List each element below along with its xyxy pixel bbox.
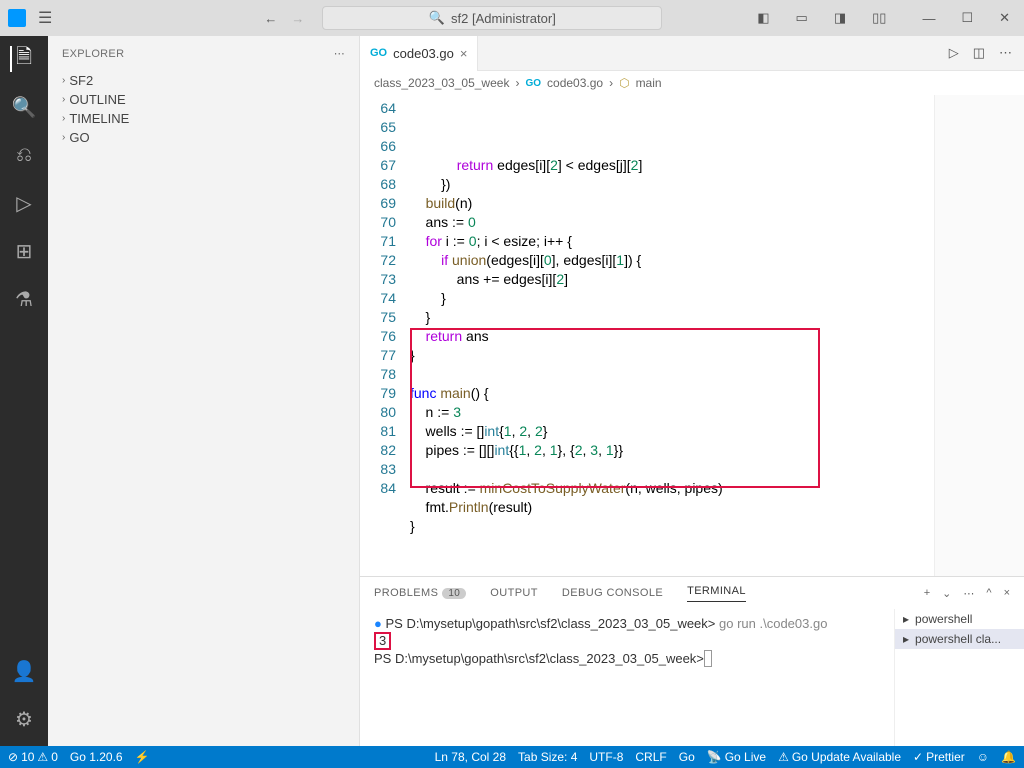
tab-debug[interactable]: DEBUG CONSOLE — [562, 587, 663, 599]
settings-icon[interactable]: ⚙ — [11, 706, 37, 732]
terminal-icon: ▸ — [903, 612, 909, 626]
nav-back-icon[interactable]: ← — [264, 11, 277, 26]
command-center[interactable]: 🔍 sf2 [Administrator] — [322, 6, 662, 30]
more-icon[interactable]: ⋯ — [963, 587, 974, 600]
panel-tabs: PROBLEMS10 OUTPUT DEBUG CONSOLE TERMINAL… — [360, 577, 1024, 609]
vscode-logo — [8, 9, 26, 27]
status-prettier[interactable]: ✓ Prettier — [913, 750, 965, 764]
window-title: sf2 [Administrator] — [451, 11, 556, 26]
breadcrumb-symbol[interactable]: main — [636, 76, 662, 90]
account-icon[interactable]: 👤 — [11, 658, 37, 684]
maximize-panel-icon[interactable]: ^ — [986, 587, 991, 600]
testing-icon[interactable]: ⚗ — [11, 286, 37, 312]
code-editor[interactable]: 6465666768697071727374757677787980818283… — [360, 95, 1024, 576]
menu-icon[interactable]: ☰ — [34, 8, 56, 28]
status-tabsize[interactable]: Tab Size: 4 — [518, 750, 577, 764]
status-errors[interactable]: ⊘ 10 ⚠ 0 — [8, 750, 58, 764]
sidebar-header: EXPLORER ⋯ — [48, 36, 359, 71]
search-icon: 🔍 — [429, 10, 445, 26]
feedback-icon[interactable]: ☺ — [977, 750, 989, 764]
activity-bar: 🗎 🔍 ⎌ ▷ ⊞ ⚗ 👤 ⚙ — [0, 36, 48, 746]
sidebar: EXPLORER ⋯ › SF2› OUTLINE› TIMELINE› GO — [48, 36, 360, 746]
breadcrumb[interactable]: class_2023_03_05_week › GO code03.go › ⬡… — [360, 71, 1024, 95]
terminal-item[interactable]: ▸powershell — [895, 609, 1024, 629]
line-gutter: 6465666768697071727374757677787980818283… — [360, 95, 410, 576]
sidebar-item[interactable]: › SF2 — [48, 71, 359, 90]
terminal-item[interactable]: ▸powershell cla... — [895, 629, 1024, 649]
sidebar-item[interactable]: › GO — [48, 128, 359, 147]
tab-close-icon[interactable]: × — [460, 46, 468, 61]
split-icon[interactable]: ◫ — [973, 45, 985, 61]
symbol-icon: ⬡ — [619, 76, 629, 90]
bell-icon[interactable]: 🔔 — [1001, 750, 1016, 764]
tab-output[interactable]: OUTPUT — [490, 587, 538, 599]
explorer-icon[interactable]: 🗎 — [10, 46, 36, 72]
breadcrumb-file[interactable]: code03.go — [547, 76, 603, 90]
status-lang[interactable]: Go — [679, 750, 695, 764]
status-update[interactable]: ⚠ Go Update Available — [778, 750, 901, 764]
extensions-icon[interactable]: ⊞ — [11, 238, 37, 264]
go-file-icon: GO — [525, 78, 541, 89]
new-terminal-icon[interactable]: + — [924, 587, 930, 600]
panel: PROBLEMS10 OUTPUT DEBUG CONSOLE TERMINAL… — [360, 576, 1024, 746]
sidebar-item[interactable]: › TIMELINE — [48, 109, 359, 128]
tab-problems[interactable]: PROBLEMS10 — [374, 587, 466, 599]
more-icon[interactable]: ⋯ — [999, 45, 1012, 61]
maximize-icon[interactable]: ☐ — [955, 10, 979, 26]
panel-icon[interactable]: ▭ — [790, 10, 814, 26]
go-file-icon: GO — [370, 47, 387, 59]
run-icon[interactable]: ▷ — [949, 45, 959, 61]
sidebar-icon[interactable]: ◨ — [828, 10, 852, 26]
sidebar-item[interactable]: › OUTLINE — [48, 90, 359, 109]
chevron-down-icon[interactable]: ⌄ — [942, 587, 951, 600]
search-icon[interactable]: 🔍 — [11, 94, 37, 120]
titlebar: ☰ ← → 🔍 sf2 [Administrator] ◧ ▭ ◨ ▯▯ — ☐… — [0, 0, 1024, 36]
terminal-output: 3 — [374, 632, 391, 650]
terminal-icon: ▸ — [903, 632, 909, 646]
terminal[interactable]: ● PS D:\mysetup\gopath\src\sf2\class_202… — [360, 609, 894, 746]
editor-tabs: GO code03.go × ▷ ◫ ⋯ — [360, 36, 1024, 71]
debug-icon[interactable]: ▷ — [11, 190, 37, 216]
close-icon[interactable]: ✕ — [993, 10, 1016, 26]
tab-terminal[interactable]: TERMINAL — [687, 585, 746, 602]
tab-code03[interactable]: GO code03.go × — [360, 36, 478, 71]
customize-icon[interactable]: ▯▯ — [866, 10, 892, 26]
status-go-version[interactable]: Go 1.20.6 — [70, 750, 123, 764]
status-eol[interactable]: CRLF — [635, 750, 666, 764]
close-panel-icon[interactable]: × — [1004, 587, 1010, 600]
terminal-list: ▸powershell ▸powershell cla... — [894, 609, 1024, 746]
breadcrumb-folder[interactable]: class_2023_03_05_week — [374, 76, 509, 90]
status-cursor[interactable]: Ln 78, Col 28 — [435, 750, 506, 764]
layout-icon[interactable]: ◧ — [751, 10, 775, 26]
tab-label: code03.go — [393, 46, 454, 61]
sidebar-more-icon[interactable]: ⋯ — [334, 47, 345, 60]
status-encoding[interactable]: UTF-8 — [589, 750, 623, 764]
nav-forward-icon[interactable]: → — [291, 11, 304, 26]
editor-area: GO code03.go × ▷ ◫ ⋯ class_2023_03_05_we… — [360, 36, 1024, 746]
minimize-icon[interactable]: — — [916, 11, 941, 26]
code-content[interactable]: return edges[i][2] < edges[j][2] }) buil… — [410, 95, 934, 576]
sidebar-title: EXPLORER — [62, 48, 124, 60]
lightning-icon[interactable]: ⚡ — [135, 750, 150, 764]
status-bar: ⊘ 10 ⚠ 0 Go 1.20.6 ⚡ Ln 78, Col 28 Tab S… — [0, 746, 1024, 768]
status-golive[interactable]: 📡 Go Live — [707, 750, 766, 764]
source-control-icon[interactable]: ⎌ — [11, 142, 37, 168]
minimap[interactable] — [934, 95, 1024, 576]
